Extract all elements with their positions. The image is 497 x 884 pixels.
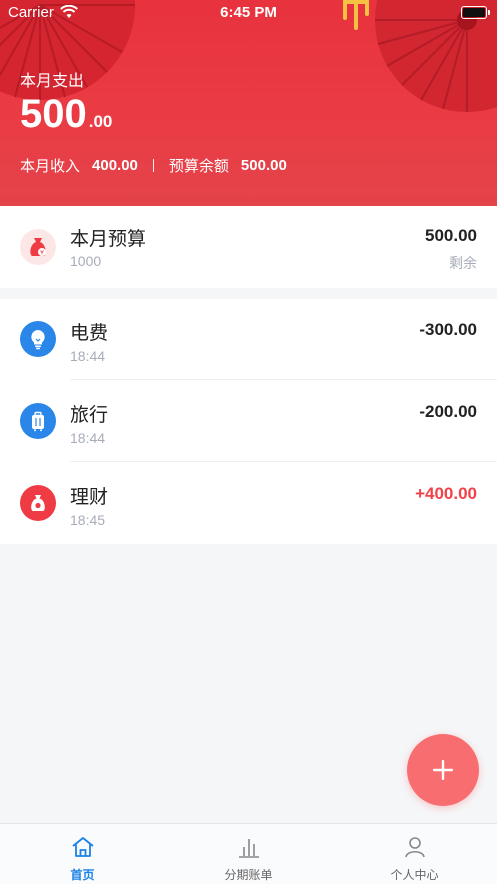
money-bag-icon (20, 485, 56, 521)
monthly-income-value: 400.00 (92, 157, 138, 174)
monthly-expense-amount: 500.00 (20, 92, 112, 137)
header: Carrier 6:45 PM 本月支出 500.00 本月收入 400.00 … (0, 0, 497, 206)
tab-installment-bills[interactable]: 分期账单 (166, 824, 331, 884)
monthly-expense-label: 本月支出 (20, 71, 85, 90)
budget-total: 1000 (70, 253, 102, 269)
transaction-row[interactable]: 理财 18:45 +400.00 (0, 463, 497, 544)
lightbulb-icon (20, 321, 56, 357)
tab-label: 首页 (70, 868, 95, 882)
transaction-time: 18:44 (70, 430, 106, 446)
transaction-amount: -300.00 (419, 320, 477, 339)
row-divider (70, 461, 497, 462)
svg-text:¥: ¥ (40, 250, 44, 257)
tab-label: 个人中心 (390, 868, 439, 882)
monthly-income-label: 本月收入 (20, 157, 81, 175)
status-time: 6:45 PM (220, 4, 277, 21)
expense-amount-integer: 500 (20, 92, 87, 136)
transaction-row[interactable]: 旅行 18:44 -200.00 (0, 381, 497, 462)
transaction-time: 18:45 (70, 512, 106, 528)
budget-balance-label: 预算余额 (168, 157, 229, 175)
home-icon (71, 837, 94, 857)
tab-label: 分期账单 (224, 868, 273, 882)
budget-remaining-label: 剩余 (449, 256, 477, 272)
tab-home[interactable]: 首页 (0, 824, 165, 884)
money-bag-icon: ¥ (20, 229, 56, 265)
row-divider (70, 379, 497, 380)
plus-icon (433, 760, 453, 780)
transaction-title: 理财 (70, 486, 109, 508)
transaction-amount: +400.00 (415, 484, 477, 503)
transaction-list: 电费 18:44 -300.00 旅行 18:44 -200.00 理财 18:… (0, 299, 497, 544)
summary-divider (152, 159, 154, 172)
suitcase-icon (20, 403, 56, 439)
budget-card[interactable]: ¥ 本月预算 1000 500.00 剩余 (0, 206, 497, 288)
header-summary: 本月收入 400.00 预算余额 500.00 (20, 155, 287, 176)
transaction-title: 旅行 (70, 404, 109, 426)
expense-amount-decimal: .00 (88, 112, 113, 131)
status-bar: Carrier 6:45 PM (0, 0, 497, 26)
budget-remaining-value: 500.00 (425, 226, 477, 245)
battery-icon (461, 6, 490, 19)
transaction-amount: -200.00 (419, 402, 477, 421)
budget-title: 本月预算 (70, 228, 147, 250)
transaction-time: 18:44 (70, 348, 106, 364)
tab-bar: 首页 分期账单 个人中心 (0, 823, 497, 884)
transaction-row[interactable]: 电费 18:44 -300.00 (0, 299, 497, 380)
person-icon (404, 837, 425, 858)
bar-chart-icon (238, 839, 259, 858)
tab-personal-center[interactable]: 个人中心 (332, 824, 497, 884)
add-record-button[interactable] (407, 734, 479, 806)
budget-balance-value: 500.00 (240, 157, 287, 174)
transaction-title: 电费 (70, 322, 109, 344)
